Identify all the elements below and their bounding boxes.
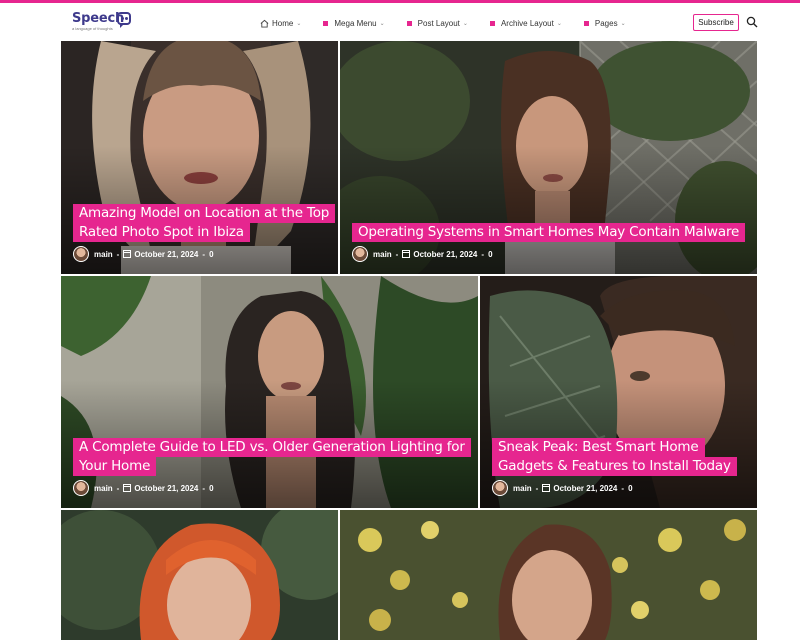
- meta-separator: -: [116, 483, 120, 493]
- home-icon: [260, 19, 269, 28]
- meta-separator: -: [395, 249, 399, 259]
- calendar-icon: [402, 250, 411, 258]
- post-card[interactable]: [61, 510, 338, 640]
- meta-separator: -: [202, 483, 206, 493]
- post-card[interactable]: A Complete Guide to LED vs. Older Genera…: [61, 276, 478, 508]
- post-title[interactable]: A Complete Guide to LED vs. Older Genera…: [73, 438, 473, 476]
- avatar[interactable]: [492, 480, 508, 496]
- meta-separator: -: [481, 249, 485, 259]
- post-card[interactable]: Operating Systems in Smart Homes May Con…: [340, 41, 757, 274]
- post-title[interactable]: Sneak Peak: Best Smart Home Gadgets & Fe…: [492, 438, 747, 476]
- menu-square-icon: [489, 20, 495, 26]
- nav-item-label: Home: [272, 18, 294, 28]
- nav-item-home[interactable]: Home ⌄: [260, 19, 301, 28]
- comment-count[interactable]: 0: [628, 484, 632, 493]
- calendar-icon: [123, 484, 132, 492]
- nav-item-label: Mega Menu: [334, 18, 377, 28]
- chevron-down-icon: ⌄: [556, 20, 562, 27]
- nav-item-pages[interactable]: Pages ⌄: [583, 18, 626, 28]
- menu-square-icon: [406, 20, 412, 26]
- comment-count[interactable]: 0: [488, 250, 492, 259]
- comment-count[interactable]: 0: [209, 484, 213, 493]
- post-author[interactable]: main: [94, 484, 113, 493]
- search-icon[interactable]: [746, 16, 758, 28]
- meta-separator: -: [535, 483, 539, 493]
- post-date: October 21, 2024: [553, 483, 618, 493]
- post-card[interactable]: Amazing Model on Location at the Top Rat…: [61, 41, 338, 274]
- nav-item-archive-layout[interactable]: Archive Layout ⌄: [489, 18, 562, 28]
- post-date: October 21, 2024: [134, 249, 199, 259]
- nav-item-label: Pages: [594, 18, 618, 28]
- nav-item-post-layout[interactable]: Post Layout ⌄: [406, 18, 468, 28]
- meta-separator: -: [621, 483, 625, 493]
- avatar[interactable]: [352, 246, 368, 262]
- subscribe-button[interactable]: Subscribe: [693, 14, 739, 31]
- menu-square-icon: [583, 20, 589, 26]
- meta-separator: -: [202, 249, 206, 259]
- avatar[interactable]: [73, 480, 89, 496]
- avatar[interactable]: [73, 246, 89, 262]
- main-navigation: Home ⌄ Mega Menu ⌄ Post Layout ⌄ Archive…: [260, 15, 648, 31]
- post-meta: main - October 21, 2024 - 0: [73, 480, 214, 496]
- post-author[interactable]: main: [373, 250, 392, 259]
- chevron-down-icon: ⌄: [379, 20, 385, 27]
- speech-bubble-icon: [117, 12, 131, 28]
- chevron-down-icon: ⌄: [462, 20, 468, 27]
- menu-square-icon: [323, 20, 329, 26]
- post-title[interactable]: Amazing Model on Location at the Top Rat…: [73, 204, 336, 242]
- nav-item-label: Post Layout: [417, 18, 460, 28]
- post-meta: main - October 21, 2024 - 0: [492, 480, 633, 496]
- chevron-down-icon: ⌄: [296, 20, 302, 27]
- chevron-down-icon: ⌄: [620, 20, 626, 27]
- nav-item-mega-menu[interactable]: Mega Menu ⌄: [323, 18, 385, 28]
- comment-count[interactable]: 0: [209, 250, 213, 259]
- post-author[interactable]: main: [513, 484, 532, 493]
- meta-separator: -: [116, 249, 120, 259]
- post-card[interactable]: [340, 510, 757, 640]
- post-card[interactable]: Sneak Peak: Best Smart Home Gadgets & Fe…: [480, 276, 757, 508]
- calendar-icon: [123, 250, 132, 258]
- post-image: [61, 510, 338, 640]
- post-date: October 21, 2024: [134, 483, 199, 493]
- nav-item-label: Archive Layout: [500, 18, 554, 28]
- post-title[interactable]: Operating Systems in Smart Homes May Con…: [352, 223, 752, 242]
- post-author[interactable]: main: [94, 250, 113, 259]
- post-meta: main - October 21, 2024 - 0: [73, 246, 214, 262]
- calendar-icon: [542, 484, 551, 492]
- post-meta: main - October 21, 2024 - 0: [352, 246, 493, 262]
- site-header: Speech a language of thoughts Home ⌄ Meg…: [0, 3, 800, 41]
- logo-tagline: a language of thoughts: [72, 26, 113, 31]
- post-image: [340, 510, 757, 640]
- post-date: October 21, 2024: [413, 249, 478, 259]
